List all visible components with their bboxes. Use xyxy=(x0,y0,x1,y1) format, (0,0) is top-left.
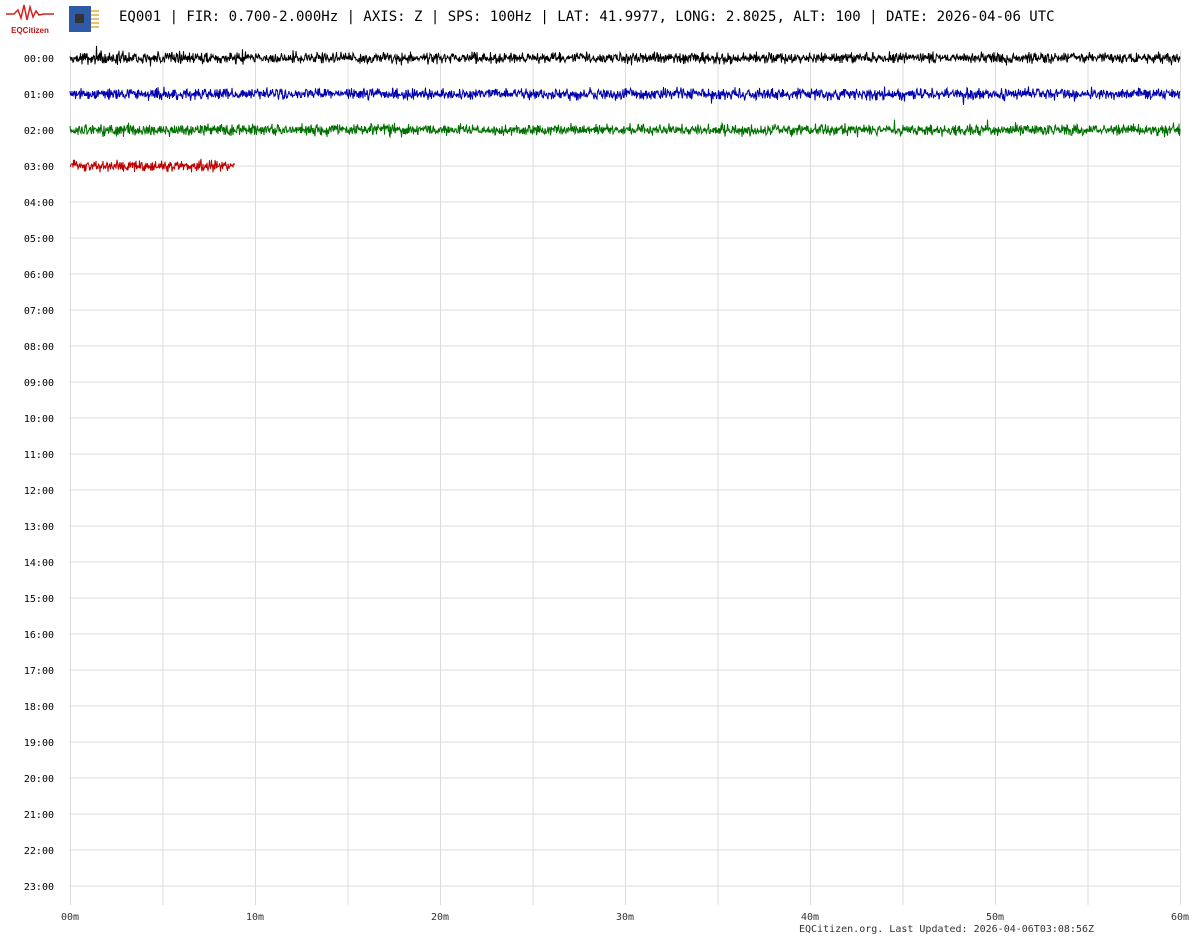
trace-0300 xyxy=(69,158,236,173)
y-tick-label: 01:00 xyxy=(24,90,54,101)
x-tick-label: 40m xyxy=(801,912,819,923)
x-tick-label: 60m xyxy=(1171,912,1189,923)
y-tick-label: 05:00 xyxy=(24,234,54,245)
y-tick-label: 04:00 xyxy=(24,198,54,209)
footer-last-updated: EQCitizen.org. Last Updated: 2026-04-06T… xyxy=(799,924,1095,935)
y-tick-label: 13:00 xyxy=(24,522,54,533)
x-tick-label: 00m xyxy=(61,912,79,923)
y-tick-label: 03:00 xyxy=(24,162,54,173)
y-tick-label: 18:00 xyxy=(24,702,54,713)
y-tick-label: 09:00 xyxy=(24,378,54,389)
x-tick-label: 20m xyxy=(431,912,449,923)
y-tick-label: 16:00 xyxy=(24,630,54,641)
y-tick-label: 20:00 xyxy=(24,774,54,785)
y-tick-label: 15:00 xyxy=(24,594,54,605)
y-tick-label: 02:00 xyxy=(24,126,54,137)
y-tick-label: 17:00 xyxy=(24,666,54,677)
y-tick-label: 06:00 xyxy=(24,270,54,281)
y-tick-label: 00:00 xyxy=(24,54,54,65)
y-tick-label: 21:00 xyxy=(24,810,54,821)
y-tick-label: 11:00 xyxy=(24,450,54,461)
x-tick-label: 10m xyxy=(246,912,264,923)
x-tick-label: 30m xyxy=(616,912,634,923)
x-tick-label: 50m xyxy=(986,912,1004,923)
y-tick-label: 07:00 xyxy=(24,306,54,317)
helicorder-chart: 00:00 01:00 02:00 03:00 04:00 05:00 06:00 07:00… xyxy=(24,45,1189,923)
y-tick-label: 14:00 xyxy=(24,558,54,569)
y-tick-label: 22:00 xyxy=(24,846,54,857)
y-tick-label: 10:00 xyxy=(24,414,54,425)
y-tick-label: 19:00 xyxy=(24,738,54,749)
y-tick-label: 08:00 xyxy=(24,342,54,353)
y-tick-label: 23:00 xyxy=(24,882,54,893)
y-tick-label: 12:00 xyxy=(24,486,54,497)
